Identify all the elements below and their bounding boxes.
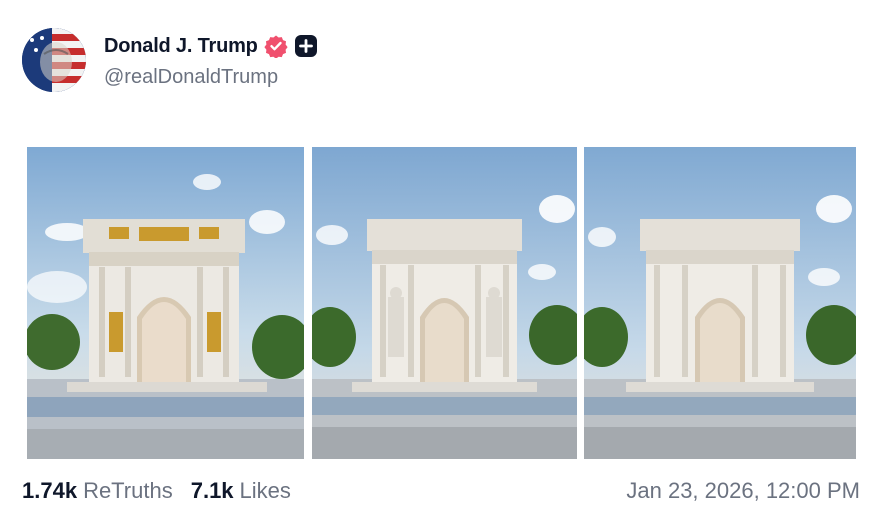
- avatar-flag-portrait: [22, 28, 86, 92]
- author-row: Donald J. Trump: [104, 32, 318, 60]
- likes-label[interactable]: Likes: [240, 478, 291, 504]
- author-handle[interactable]: @realDonaldTrump: [104, 66, 278, 89]
- retruths-label[interactable]: ReTruths: [83, 478, 173, 504]
- author-name[interactable]: Donald J. Trump: [104, 35, 258, 58]
- post-timestamp[interactable]: Jan 23, 2026, 12:00 PM: [626, 478, 860, 504]
- truth-plus-badge-icon: [294, 34, 318, 58]
- post-image-3[interactable]: [584, 147, 856, 459]
- post-stats: 1.74k ReTruths 7.1k Likes: [22, 478, 309, 504]
- likes-count[interactable]: 7.1k: [191, 478, 234, 504]
- verified-badge-icon: [264, 34, 288, 58]
- avatar[interactable]: [22, 28, 86, 92]
- retruths-count[interactable]: 1.74k: [22, 478, 77, 504]
- post-image-1[interactable]: [27, 147, 304, 459]
- post-image-2[interactable]: [312, 147, 577, 459]
